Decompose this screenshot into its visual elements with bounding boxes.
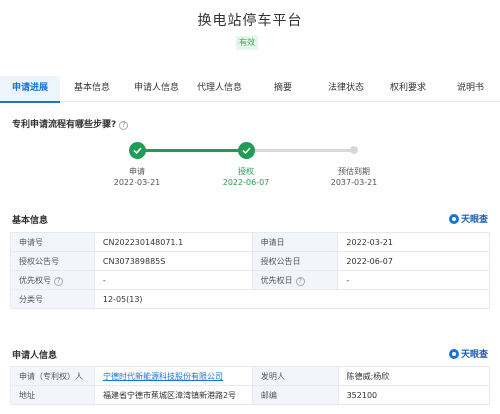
- basic-info-title: 基本信息: [12, 216, 49, 226]
- step-granted-label: 授权: [238, 167, 254, 176]
- table-row: 分类号 12-05(13): [10, 289, 491, 309]
- priority-number-value: -: [93, 270, 253, 290]
- step-granted-check-icon: [238, 142, 255, 159]
- classification-value: 12-05(13): [93, 289, 491, 309]
- step-expiry-label: 预估到期: [338, 167, 370, 176]
- process-question-text: 专利申请流程有哪些步骤?: [12, 120, 117, 130]
- priority-number-help-icon[interactable]: ?: [54, 276, 63, 286]
- grant-number-value: CN307389885S: [93, 251, 253, 271]
- step-applied-label: 申请: [129, 167, 145, 176]
- tianyancha-logo[interactable]: 天眼查: [448, 212, 488, 225]
- tianyancha-logo-2[interactable]: 天眼查: [448, 347, 488, 360]
- table-row: 申请号 CN202230148071.1 申请日 2022-03-21: [10, 232, 490, 252]
- tab-basic-info[interactable]: 基本信息: [74, 76, 110, 102]
- priority-number-key: 优先权号?: [10, 270, 95, 290]
- basic-info-table: 申请号 CN202230148071.1 申请日 2022-03-21 授权公告…: [10, 232, 491, 309]
- grant-number-key: 授权公告号: [10, 251, 95, 271]
- classification-key: 分类号: [10, 289, 95, 309]
- application-number-value: CN202230148071.1: [93, 232, 253, 252]
- tianyancha-logo-icon: [448, 348, 459, 359]
- grant-date-value: 2022-06-07: [337, 251, 490, 271]
- status-badge: 有效: [236, 36, 258, 50]
- tab-claims[interactable]: 权利要求: [390, 76, 426, 102]
- applicant-link[interactable]: 宁德时代新能源科技股份有限公司: [93, 366, 253, 386]
- progress-line-done: [138, 149, 246, 152]
- tianyancha-logo-text: 天眼查: [460, 350, 488, 360]
- application-date-value: 2022-03-21: [337, 232, 490, 252]
- help-icon[interactable]: ?: [119, 121, 129, 130]
- step-expiry-date: 2037-03-21: [330, 178, 378, 187]
- tab-application-progress[interactable]: 申请进展: [0, 76, 60, 103]
- inventor-value: 陈德威;杨欣: [337, 366, 491, 386]
- application-date-key: 申请日: [251, 232, 339, 252]
- step-applied-date: 2022-03-21: [113, 178, 161, 187]
- address-value: 福建省宁德市蕉城区漳湾镇新港路2号: [93, 385, 253, 405]
- tab-bar: 申请进展 基本信息 申请人信息 代理人信息 摘要 法律状态 权利要求 说明书: [0, 76, 500, 103]
- postcode-value: 352100: [337, 385, 491, 405]
- priority-date-key-text: 优先权日: [260, 275, 293, 285]
- priority-date-help-icon[interactable]: ?: [295, 276, 305, 286]
- table-row: 申请（专利权）人 宁德时代新能源科技股份有限公司 发明人 陈德威;杨欣: [10, 366, 491, 386]
- postcode-key: 邮编: [251, 385, 339, 405]
- step-applied-check-icon: [129, 142, 146, 159]
- address-key: 地址: [10, 385, 95, 405]
- priority-date-key: 优先权日?: [251, 270, 339, 290]
- tianyancha-logo-icon: [448, 213, 459, 224]
- inventor-key: 发明人: [251, 366, 339, 386]
- grant-date-key: 授权公告日: [251, 251, 339, 271]
- priority-number-key-text: 优先权号: [19, 275, 51, 285]
- tab-applicant-info[interactable]: 申请人信息: [134, 76, 179, 102]
- tab-abstract[interactable]: 摘要: [274, 76, 292, 102]
- process-question: 专利申请流程有哪些步骤??: [12, 117, 129, 130]
- tab-description[interactable]: 说明书: [457, 76, 484, 102]
- table-row: 优先权号? - 优先权日? -: [10, 270, 490, 290]
- table-row: 地址 福建省宁德市蕉城区漳湾镇新港路2号 邮编 352100: [10, 385, 491, 405]
- applicant-info-table: 申请（专利权）人 宁德时代新能源科技股份有限公司 发明人 陈德威;杨欣 地址 福…: [10, 366, 491, 405]
- progress-line-pending: [246, 149, 355, 152]
- tab-agent-info[interactable]: 代理人信息: [197, 76, 242, 102]
- page-title: 换电站停车平台: [197, 13, 303, 29]
- tianyancha-logo-text: 天眼查: [460, 215, 488, 225]
- table-row: 授权公告号 CN307389885S 授权公告日 2022-06-07: [10, 251, 490, 271]
- tab-legal-status[interactable]: 法律状态: [328, 76, 364, 102]
- application-number-key: 申请号: [10, 232, 95, 252]
- priority-date-value: -: [337, 270, 490, 290]
- applicant-info-title: 申请人信息: [12, 351, 58, 361]
- applicant-key: 申请（专利权）人: [10, 366, 95, 386]
- step-granted-date: 2022-06-07: [222, 178, 270, 187]
- step-expiry-dot: [350, 146, 358, 154]
